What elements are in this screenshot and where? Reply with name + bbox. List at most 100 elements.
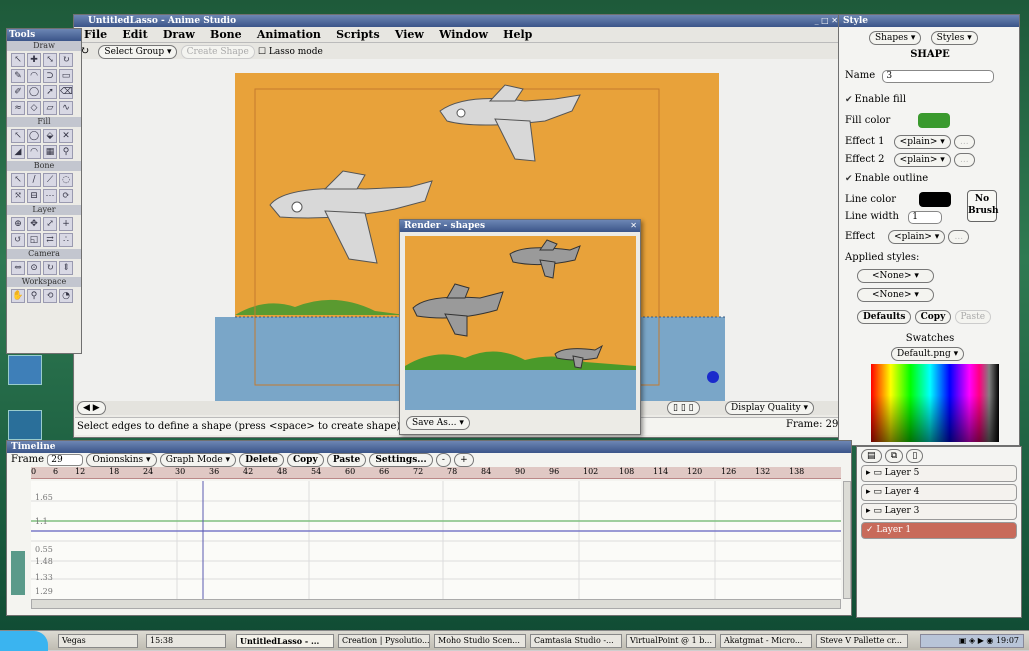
graph-side-icons[interactable]: [11, 551, 25, 595]
bone-strength-icon[interactable]: ◌: [59, 173, 73, 187]
delete-layer-button[interactable]: ▯: [906, 449, 924, 463]
desktop-icon[interactable]: [8, 355, 42, 385]
styles-dropdown[interactable]: Styles: [930, 31, 978, 45]
rect-icon[interactable]: ▭: [59, 69, 73, 83]
taskbar-item[interactable]: UntitledLasso - ...: [236, 634, 334, 648]
zoom-out-button[interactable]: -: [435, 453, 451, 467]
effect2-settings-button[interactable]: ...: [954, 153, 975, 167]
select-group-dropdown[interactable]: Select Group: [98, 45, 178, 59]
rotate-workspace-icon[interactable]: ⟲: [43, 289, 57, 303]
zoom-in-button[interactable]: +: [454, 453, 474, 467]
menu-bone[interactable]: Bone: [210, 28, 242, 41]
noise-icon[interactable]: ≈: [11, 101, 25, 115]
applied-style-1-dropdown[interactable]: <None>: [857, 269, 934, 283]
select-points-icon[interactable]: ↖: [11, 53, 25, 67]
create-shape-button[interactable]: Create Shape: [180, 45, 255, 59]
roll-camera-icon[interactable]: ↻: [43, 261, 57, 275]
save-as-dropdown[interactable]: Save As...: [406, 416, 470, 430]
layer-row[interactable]: ▸ ▭ Layer 4: [861, 484, 1017, 501]
layer-row-selected[interactable]: ✓ Layer 1: [861, 522, 1017, 539]
effect1-settings-button[interactable]: ...: [954, 135, 975, 149]
menu-scripts[interactable]: Scripts: [336, 28, 380, 41]
window-controls[interactable]: _ □ ✕: [815, 16, 838, 25]
shapes-dropdown[interactable]: Shapes: [869, 31, 922, 45]
effect1-dropdown[interactable]: <plain>: [893, 135, 951, 149]
translate-layer-icon[interactable]: ✥: [27, 217, 41, 231]
graph-mode-dropdown[interactable]: Graph Mode: [159, 453, 237, 467]
name-input[interactable]: 3: [882, 70, 995, 83]
style-paste-button[interactable]: Paste: [954, 310, 992, 324]
menu-edit[interactable]: Edit: [122, 28, 147, 41]
lasso-mode-checkbox[interactable]: ☐ Lasso mode: [258, 47, 323, 57]
onionskins-dropdown[interactable]: Onionskins: [86, 453, 157, 467]
render-close-icon[interactable]: ✕: [630, 221, 637, 230]
eyedropper-icon[interactable]: ⚲: [59, 145, 73, 159]
delete-shape-icon[interactable]: ✕: [59, 129, 73, 143]
scale-icon[interactable]: ⤡: [43, 53, 57, 67]
no-brush-button[interactable]: No Brush: [967, 190, 999, 222]
add-point-icon[interactable]: ✎: [11, 69, 25, 83]
bind-layer-icon[interactable]: ⊟: [27, 189, 41, 203]
view-buttons[interactable]: ▯ ▯ ▯: [667, 401, 700, 415]
copy-button[interactable]: Copy: [287, 453, 324, 467]
select-bone-icon[interactable]: ↖: [11, 173, 25, 187]
arrow-icon[interactable]: ➚: [43, 85, 57, 99]
rotate-layer-xy-icon[interactable]: ↺: [11, 233, 25, 247]
zoom-camera-icon[interactable]: ⊙: [27, 261, 41, 275]
duplicate-layer-button[interactable]: ⧉: [884, 449, 904, 463]
effect2-dropdown[interactable]: <plain>: [893, 153, 951, 167]
desktop-icon[interactable]: [8, 410, 42, 440]
layer-row[interactable]: ▸ ▭ Layer 5: [861, 465, 1017, 482]
timeline-hscroll[interactable]: [31, 599, 841, 609]
pan-workspace-icon[interactable]: ✋: [11, 289, 25, 303]
menu-file[interactable]: File: [84, 28, 107, 41]
taskbar-item[interactable]: Vegas: [58, 634, 138, 648]
menu-window[interactable]: Window: [439, 28, 488, 41]
perspective-icon[interactable]: ◇: [27, 101, 41, 115]
pan-tilt-camera-icon[interactable]: ⇕: [59, 261, 73, 275]
applied-style-2-dropdown[interactable]: <None>: [857, 288, 934, 302]
paint-bucket-icon[interactable]: ⬙: [43, 129, 57, 143]
timeline-vscroll[interactable]: [843, 481, 851, 599]
start-button[interactable]: [0, 631, 48, 651]
paste-button[interactable]: Paste: [326, 453, 367, 467]
line-width-input[interactable]: 1: [908, 211, 943, 224]
zoom-workspace-icon[interactable]: ⚲: [27, 289, 41, 303]
swatches-dropdown[interactable]: Default.png: [891, 347, 965, 361]
hide-edge-icon[interactable]: ◠: [27, 145, 41, 159]
delete-edge-icon[interactable]: ⌫: [59, 85, 73, 99]
reparent-bone-icon[interactable]: ⟋: [43, 173, 57, 187]
enable-outline-checkbox[interactable]: Enable outline: [845, 173, 929, 184]
frame-ruler[interactable]: 0 6 12 18 24 30 36 42 48 54 60 66 72 78 …: [31, 467, 841, 479]
shear-icon[interactable]: ▱: [43, 101, 57, 115]
line-width-icon[interactable]: ◢: [11, 145, 25, 159]
set-origin-icon[interactable]: ⊕: [11, 217, 25, 231]
enable-fill-checkbox[interactable]: Enable fill: [845, 94, 906, 105]
rotate-icon[interactable]: ↻: [59, 53, 73, 67]
select-shape-icon[interactable]: ↖: [11, 129, 25, 143]
magnet-icon[interactable]: ⊃: [43, 69, 57, 83]
frame-input[interactable]: 29: [47, 454, 84, 466]
taskbar-item[interactable]: Creation | Pysolutio...: [338, 634, 430, 648]
line-color-swatch[interactable]: [919, 192, 952, 207]
particle-icon[interactable]: ∴: [59, 233, 73, 247]
menu-draw[interactable]: Draw: [163, 28, 195, 41]
curvature-icon[interactable]: ◠: [27, 69, 41, 83]
settings-button[interactable]: Settings...: [369, 453, 433, 467]
effect-dropdown[interactable]: <plain>: [888, 230, 946, 244]
translate-icon[interactable]: ✚: [27, 53, 41, 67]
offset-bone-icon[interactable]: ⟳: [59, 189, 73, 203]
defaults-button[interactable]: Defaults: [857, 310, 912, 324]
scale-layer-icon[interactable]: ⤢: [43, 217, 57, 231]
freehand-icon[interactable]: ✐: [11, 85, 25, 99]
menu-animation[interactable]: Animation: [257, 28, 321, 41]
taskbar-item[interactable]: Akatgmat - Micro...: [720, 634, 812, 648]
add-bone-icon[interactable]: /: [27, 173, 41, 187]
layer-row[interactable]: ▸ ▭ Layer 3: [861, 503, 1017, 520]
orbit-workspace-icon[interactable]: ◔: [59, 289, 73, 303]
menu-view[interactable]: View: [395, 28, 424, 41]
tray-icons[interactable]: ▣ ◈ ▶ ◉: [959, 636, 996, 645]
oval-icon[interactable]: ◯: [27, 85, 41, 99]
shear-layer-icon[interactable]: ◱: [27, 233, 41, 247]
taskbar-item[interactable]: Steve V Pallette cr...: [816, 634, 908, 648]
